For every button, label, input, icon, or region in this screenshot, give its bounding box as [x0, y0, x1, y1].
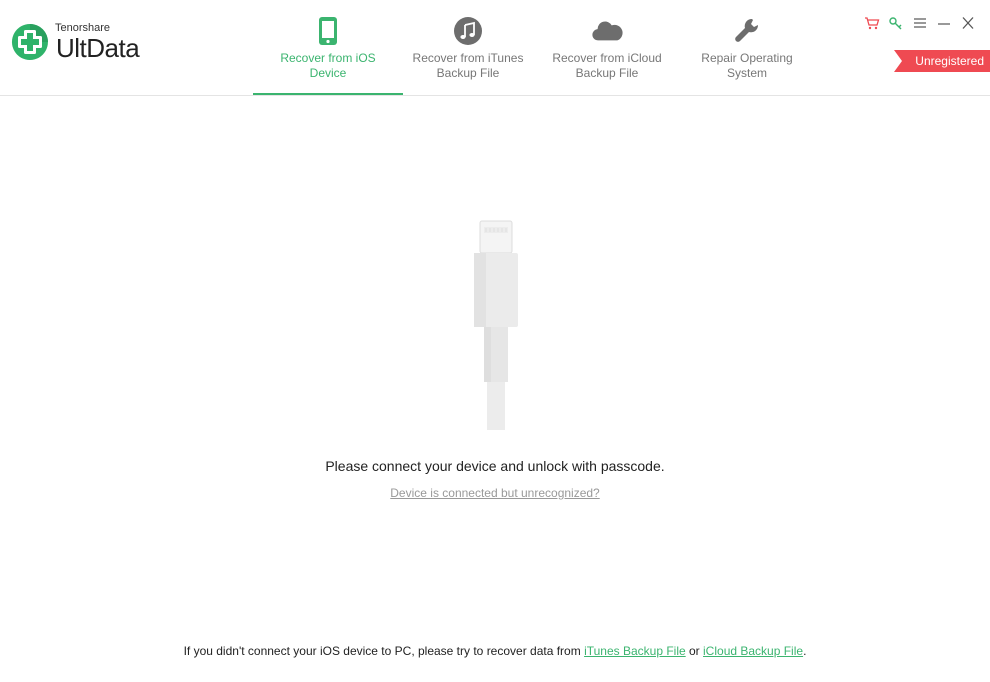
header-divider	[0, 95, 990, 96]
footer-text-or: or	[685, 644, 704, 658]
unregistered-badge[interactable]: Unregistered	[894, 50, 990, 72]
key-icon[interactable]	[884, 14, 908, 32]
tab-recover-icloud-backup[interactable]: Recover from iCloud Backup File	[533, 0, 681, 95]
tab-label: Recover from iOS Device	[280, 51, 376, 80]
device-unrecognized-link[interactable]: Device is connected but unrecognized?	[390, 486, 599, 500]
tab-label: Recover from iCloud Backup File	[552, 51, 662, 80]
tab-recover-ios-device[interactable]: Recover from iOS Device	[253, 0, 403, 95]
close-icon[interactable]	[956, 14, 980, 32]
menu-icon[interactable]	[908, 14, 932, 32]
music-note-icon	[452, 15, 484, 47]
tab-repair-operating-system[interactable]: Repair Operating System	[681, 0, 813, 95]
tab-label: Recover from iTunes Backup File	[412, 51, 524, 80]
tab-label: Repair Operating System	[701, 51, 793, 80]
wrench-icon	[731, 15, 763, 47]
minimize-icon[interactable]	[932, 14, 956, 32]
ultdata-logo-icon	[10, 22, 50, 62]
window-controls	[860, 14, 980, 32]
lightning-cable-illustration	[470, 220, 522, 432]
brand-product: UltData	[56, 33, 140, 63]
connect-device-message: Please connect your device and unlock wi…	[325, 458, 665, 474]
phone-icon	[312, 15, 344, 47]
footer-text-before: If you didn't connect your iOS device to…	[183, 644, 585, 658]
tab-recover-itunes-backup[interactable]: Recover from iTunes Backup File	[403, 0, 533, 95]
footer-text-after: .	[803, 644, 807, 658]
icloud-backup-link[interactable]: iCloud Backup File	[703, 644, 803, 658]
app-logo: Tenorshare UltData	[10, 22, 140, 63]
cart-icon[interactable]	[860, 14, 884, 32]
mode-tabs: Recover from iOS Device Recover from iTu…	[253, 0, 813, 95]
footer-message: If you didn't connect your iOS device to…	[0, 644, 990, 658]
cloud-icon	[591, 15, 623, 47]
header-bar: Tenorshare UltData Recover from iOS Devi…	[0, 0, 990, 95]
itunes-backup-link[interactable]: iTunes Backup File	[584, 644, 686, 658]
